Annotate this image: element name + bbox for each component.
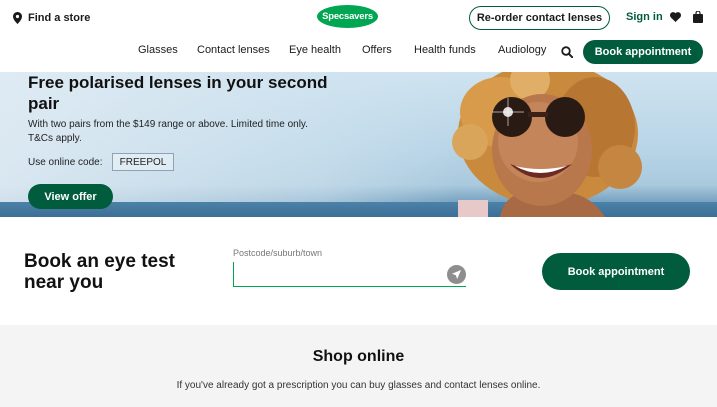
nav-item-contact-lenses[interactable]: Contact lenses bbox=[197, 44, 270, 56]
site-header: Find a store Specsavers Re-order contact… bbox=[0, 0, 717, 72]
search-icon[interactable] bbox=[561, 46, 573, 58]
hero-model-image bbox=[452, 72, 642, 217]
logo-text: Specsavers bbox=[322, 11, 373, 22]
shop-online-subtitle: If you've already got a prescription you… bbox=[176, 380, 541, 391]
find-store-link[interactable]: Find a store bbox=[13, 12, 90, 24]
hero-title: Free polarised lenses in your second pai… bbox=[28, 73, 328, 113]
postcode-field-label: Postcode/suburb/town bbox=[233, 248, 323, 258]
nav-item-audiology[interactable]: Audiology bbox=[498, 44, 546, 56]
view-offer-button[interactable]: View offer bbox=[28, 184, 113, 209]
online-code-label: Use online code: bbox=[28, 157, 103, 168]
navigation-arrow-icon bbox=[452, 270, 461, 279]
sign-in-link[interactable]: Sign in bbox=[626, 11, 663, 23]
nav-item-eye-health[interactable]: Eye health bbox=[289, 44, 341, 56]
book-eye-test-section: Book an eye test near you Postcode/subur… bbox=[0, 217, 717, 325]
nav-item-offers[interactable]: Offers bbox=[362, 44, 392, 56]
shop-online-section: Shop online If you've already got a pres… bbox=[0, 325, 717, 407]
nav-item-glasses[interactable]: Glasses bbox=[138, 44, 178, 56]
online-code-badge: FREEPOL bbox=[112, 153, 174, 171]
heart-icon[interactable] bbox=[670, 12, 681, 22]
promo-hero-banner: Free polarised lenses in your second pai… bbox=[0, 72, 717, 217]
book-appointment-button[interactable]: Book appointment bbox=[542, 253, 690, 290]
reorder-contact-lenses-button[interactable]: Re-order contact lenses bbox=[469, 6, 610, 30]
specsavers-logo[interactable]: Specsavers bbox=[317, 5, 378, 28]
pin-icon bbox=[13, 12, 22, 24]
shop-online-title: Shop online bbox=[312, 348, 405, 365]
hero-subtitle: With two pairs from the $149 range or ab… bbox=[28, 119, 308, 144]
postcode-input[interactable] bbox=[233, 262, 466, 287]
book-eye-test-heading: Book an eye test near you bbox=[24, 251, 175, 293]
find-store-label: Find a store bbox=[28, 12, 91, 24]
locate-me-icon[interactable] bbox=[447, 265, 466, 284]
nav-item-health-funds[interactable]: Health funds bbox=[414, 44, 476, 56]
book-appointment-header-button[interactable]: Book appointment bbox=[583, 40, 703, 64]
bag-icon[interactable] bbox=[693, 11, 703, 23]
